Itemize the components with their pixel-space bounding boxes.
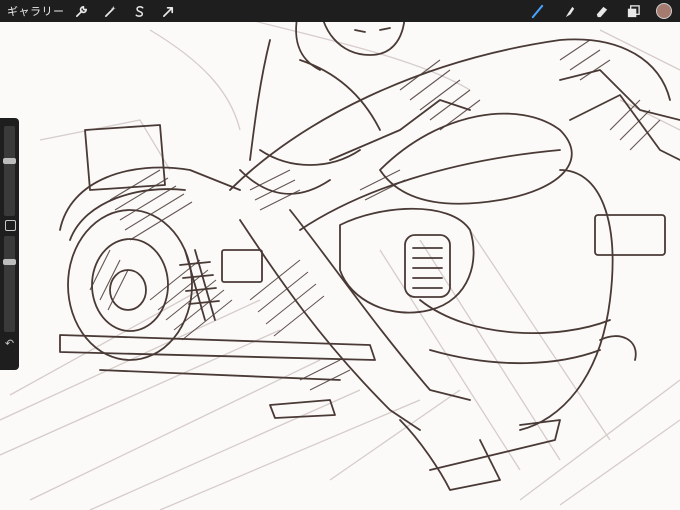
top-toolbar: ギャラリー: [0, 0, 680, 22]
layers-icon[interactable]: [624, 2, 642, 20]
actions-wrench-icon[interactable]: [73, 2, 91, 20]
opacity-slider[interactable]: [3, 236, 16, 332]
eyedropper-square-button[interactable]: [5, 220, 16, 231]
gallery-button[interactable]: ギャラリー: [7, 3, 65, 19]
drawing-canvas[interactable]: [0, 0, 680, 510]
color-picker-button[interactable]: [656, 3, 672, 19]
selection-s-icon[interactable]: [131, 2, 149, 20]
left-tool-group: [73, 2, 178, 20]
brush-icon[interactable]: [528, 2, 546, 20]
adjustments-wand-icon[interactable]: [102, 2, 120, 20]
brush-size-slider[interactable]: [3, 126, 16, 216]
eraser-icon[interactable]: [592, 2, 610, 20]
right-tool-group: [528, 2, 672, 20]
undo-icon[interactable]: ↶: [3, 338, 16, 350]
left-sidebar: ↶: [0, 118, 19, 370]
opacity-thumb[interactable]: [3, 258, 16, 265]
brush-size-thumb[interactable]: [3, 157, 16, 164]
transform-arrow-icon[interactable]: [160, 2, 178, 20]
smudge-icon[interactable]: [560, 2, 578, 20]
